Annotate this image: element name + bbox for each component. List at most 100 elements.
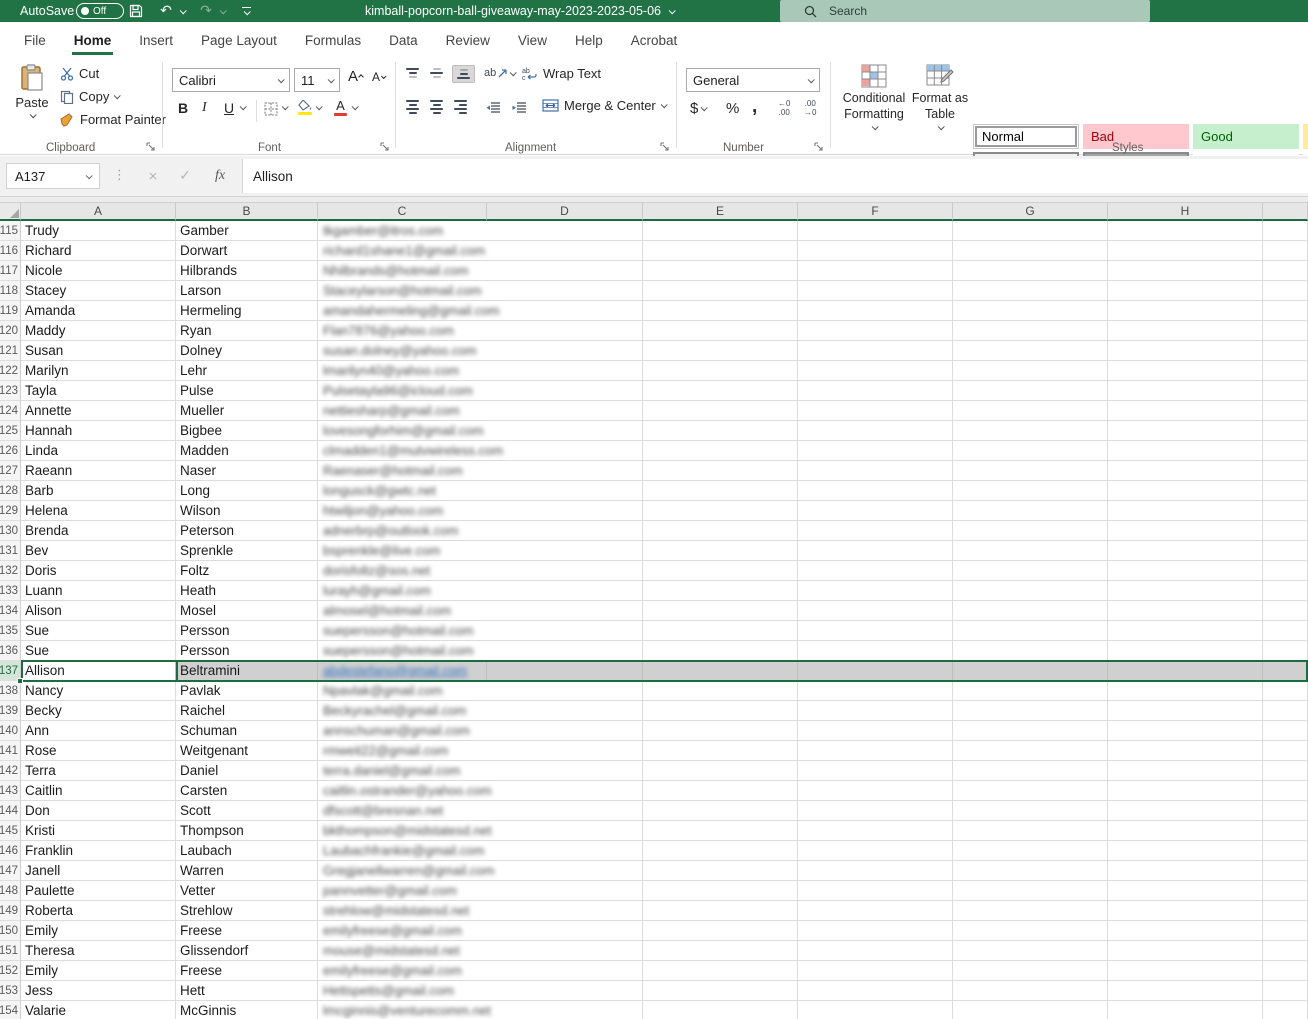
tab-page-layout[interactable]: Page Layout [187, 22, 291, 58]
cell-H129[interactable] [1108, 501, 1263, 521]
cell-A132[interactable]: Doris [21, 561, 176, 581]
cell-F143[interactable] [798, 781, 953, 801]
cell-A129[interactable]: Helena [21, 501, 176, 521]
row-header-143[interactable]: 143 [0, 781, 21, 801]
bottom-align-button[interactable] [452, 65, 475, 83]
cell-E152[interactable] [643, 961, 798, 981]
cell-B122[interactable]: Lehr [176, 361, 318, 381]
cell-F137[interactable] [798, 661, 953, 681]
cell-I135[interactable] [1263, 621, 1308, 641]
cell-A139[interactable]: Becky [21, 701, 176, 721]
row-header-116[interactable]: 116 [0, 241, 21, 261]
row-header-134[interactable]: 134 [0, 601, 21, 621]
cell-I150[interactable] [1263, 921, 1308, 941]
tab-insert[interactable]: Insert [125, 22, 187, 58]
tab-review[interactable]: Review [432, 22, 504, 58]
column-header-partial[interactable] [1263, 203, 1308, 221]
cell-C133[interactable]: lurayh@gmail.com [318, 581, 487, 601]
cell-C120[interactable]: Flan7876@yahoo.com [318, 321, 487, 341]
cell-F135[interactable] [798, 621, 953, 641]
format-as-table-button[interactable]: Format as Table [910, 64, 970, 130]
cell-I137[interactable] [1263, 661, 1308, 681]
cell-B125[interactable]: Bigbee [176, 421, 318, 441]
cell-C142[interactable]: terra.daniel@gmail.com [318, 761, 487, 781]
cell-F121[interactable] [798, 341, 953, 361]
cell-G140[interactable] [953, 721, 1108, 741]
cell-E139[interactable] [643, 701, 798, 721]
customize-quick-access-toolbar-button[interactable] [236, 0, 256, 22]
row-header-150[interactable]: 150 [0, 921, 21, 941]
cell-H133[interactable] [1108, 581, 1263, 601]
orientation-button[interactable]: ab [484, 67, 515, 79]
cell-style-good[interactable]: Good [1193, 124, 1299, 149]
cell-H124[interactable] [1108, 401, 1263, 421]
cell-I146[interactable] [1263, 841, 1308, 861]
cell-B128[interactable]: Long [176, 481, 318, 501]
cell-A147[interactable]: Janell [21, 861, 176, 881]
cell-H139[interactable] [1108, 701, 1263, 721]
cell-F120[interactable] [798, 321, 953, 341]
row-header-128[interactable]: 128 [0, 481, 21, 501]
column-header-D[interactable]: D [487, 203, 643, 221]
cell-F128[interactable] [798, 481, 953, 501]
cell-C127[interactable]: Raenaser@hotmail.com [318, 461, 487, 481]
cell-B123[interactable]: Pulse [176, 381, 318, 401]
cell-I141[interactable] [1263, 741, 1308, 761]
cell-H115[interactable] [1108, 221, 1263, 241]
cell-A131[interactable]: Bev [21, 541, 176, 561]
column-header-E[interactable]: E [643, 203, 798, 221]
cell-B145[interactable]: Thompson [176, 821, 318, 841]
accounting-format-button[interactable]: $ [690, 100, 706, 117]
cell-A116[interactable]: Richard [21, 241, 176, 261]
cell-I143[interactable] [1263, 781, 1308, 801]
cell-I128[interactable] [1263, 481, 1308, 501]
cell-A140[interactable]: Ann [21, 721, 176, 741]
cell-H144[interactable] [1108, 801, 1263, 821]
fill-color-dropdown[interactable] [316, 105, 321, 110]
cell-C148[interactable]: pannvetter@gmail.com [318, 881, 487, 901]
cell-G133[interactable] [953, 581, 1108, 601]
enter-button[interactable]: ✓ [172, 164, 198, 188]
cell-A120[interactable]: Maddy [21, 321, 176, 341]
cell-I120[interactable] [1263, 321, 1308, 341]
cell-I121[interactable] [1263, 341, 1308, 361]
cell-E138[interactable] [643, 681, 798, 701]
cell-A153[interactable]: Jess [21, 981, 176, 1001]
cell-B119[interactable]: Hermeling [176, 301, 318, 321]
cell-A149[interactable]: Roberta [21, 901, 176, 921]
row-header-122[interactable]: 122 [0, 361, 21, 381]
row-header-135[interactable]: 135 [0, 621, 21, 641]
cell-G130[interactable] [953, 521, 1108, 541]
cell-E118[interactable] [643, 281, 798, 301]
cell-I138[interactable] [1263, 681, 1308, 701]
cell-I133[interactable] [1263, 581, 1308, 601]
cell-A150[interactable]: Emily [21, 921, 176, 941]
cell-C126[interactable]: clmadden1@mutvwireless.com [318, 441, 487, 461]
cell-B139[interactable]: Raichel [176, 701, 318, 721]
cell-B131[interactable]: Sprenkle [176, 541, 318, 561]
cell-G149[interactable] [953, 901, 1108, 921]
cell-F117[interactable] [798, 261, 953, 281]
cell-G144[interactable] [953, 801, 1108, 821]
cell-I118[interactable] [1263, 281, 1308, 301]
cell-F123[interactable] [798, 381, 953, 401]
cell-A119[interactable]: Amanda [21, 301, 176, 321]
row-header-115[interactable]: 115 [0, 221, 21, 241]
cell-B144[interactable]: Scott [176, 801, 318, 821]
cell-E130[interactable] [643, 521, 798, 541]
cell-F147[interactable] [798, 861, 953, 881]
cell-F116[interactable] [798, 241, 953, 261]
cell-H143[interactable] [1108, 781, 1263, 801]
cell-I123[interactable] [1263, 381, 1308, 401]
cell-H140[interactable] [1108, 721, 1263, 741]
cell-A122[interactable]: Marilyn [21, 361, 176, 381]
cell-C146[interactable]: Laubachfrankie@gmail.com [318, 841, 487, 861]
font-size-combo[interactable]: 11 [294, 68, 340, 92]
cell-F129[interactable] [798, 501, 953, 521]
cell-G129[interactable] [953, 501, 1108, 521]
redo-button[interactable]: ↷ [196, 0, 216, 22]
cell-C125[interactable]: lovesongforhim@gmail.com [318, 421, 487, 441]
number-format-combo[interactable]: General [686, 68, 820, 92]
cell-G142[interactable] [953, 761, 1108, 781]
cell-A128[interactable]: Barb [21, 481, 176, 501]
